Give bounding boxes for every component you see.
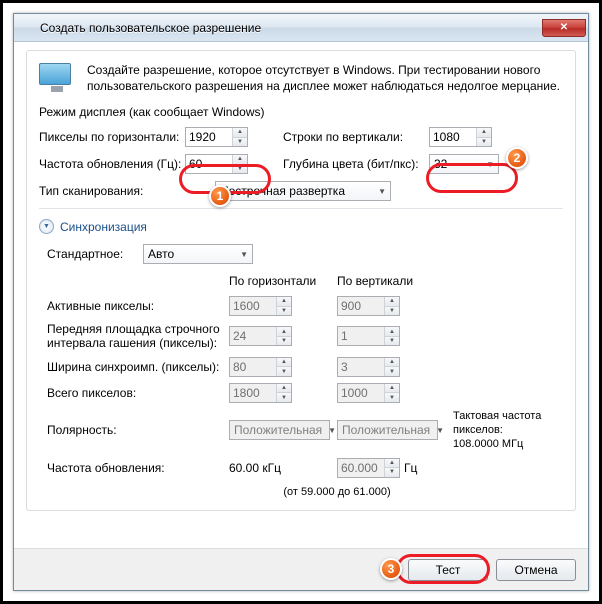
fporch-v-spinner: ▲▼ [337,326,400,346]
cancel-button[interactable]: Отмена [496,559,576,581]
spin-down-icon[interactable]: ▼ [233,165,247,174]
spin-up-icon[interactable]: ▲ [477,128,491,138]
refresh2-v-spinner: ▲▼ [337,458,400,478]
sync-header: Синхронизация [60,220,147,234]
hpixels-label: Пикселы по горизонтали: [39,130,179,144]
hpixels-spinner[interactable]: ▲▼ [185,127,248,147]
col-horizontal: По горизонтали [229,274,337,290]
clock-label: Тактовая частота пикселов: [453,409,563,438]
vlines-spinner[interactable]: ▲▼ [429,127,492,147]
chevron-down-icon: ▼ [39,219,54,234]
vlines-input[interactable] [430,128,476,146]
polarity-v-select: Положительная▼ [337,420,438,440]
refresh2-label: Частота обновления: [47,461,229,475]
fporch-h-spinner: ▲▼ [229,326,292,346]
syncw-label: Ширина синхроимп. (пикселы): [47,360,229,374]
std-label: Стандартное: [47,247,133,261]
col-vertical: По вертикали [337,274,445,290]
refresh-input[interactable] [186,155,232,173]
hz-label: Гц [404,461,417,475]
spin-down-icon[interactable]: ▼ [233,138,247,147]
spin-up-icon[interactable]: ▲ [233,155,247,165]
close-icon: ✕ [560,23,568,33]
hpixels-input[interactable] [186,128,232,146]
refresh2-h: 60.00 кГц [229,461,337,475]
std-select[interactable]: Авто ▼ [143,244,253,264]
active-h-spinner: ▲▼ [229,296,292,316]
active-label: Активные пикселы: [47,299,229,313]
refresh-label: Частота обновления (Гц): [39,157,179,171]
display-mode-title: Режим дисплея (как сообщает Windows) [39,105,563,119]
active-v-spinner: ▲▼ [337,296,400,316]
dialog-footer: Тест Отмена 3 [14,548,588,590]
depth-select[interactable]: 32 ▼ [429,154,499,174]
vlines-label: Строки по вертикали: [283,130,423,144]
fporch-label: Передняя площадка строчного интервала га… [47,322,229,351]
monitor-icon [39,63,75,95]
depth-label: Глубина цвета (бит/пкс): [283,157,423,171]
close-button[interactable]: ✕ [542,19,586,37]
test-button[interactable]: Тест [408,559,488,581]
chevron-down-icon: ▼ [372,187,386,196]
titlebar: Создать пользовательское разрешение ✕ [14,14,588,42]
total-v-spinner: ▲▼ [337,383,400,403]
dialog-window: Создать пользовательское разрешение ✕ Со… [13,13,589,591]
chevron-down-icon: ▼ [234,250,248,259]
polarity-h-select: Положительная▼ [229,420,330,440]
syncw-v-spinner: ▲▼ [337,357,400,377]
spin-down-icon[interactable]: ▼ [477,138,491,147]
sync-expander[interactable]: ▼ Синхронизация [39,219,563,234]
polarity-label: Полярность: [47,423,229,437]
refresh-spinner[interactable]: ▲▼ [185,154,248,174]
clock-value: 108.0000 МГц [453,437,563,451]
range-note: (от 59.000 до 61.000) [229,484,445,498]
scan-label: Тип сканирования: [39,184,179,198]
scan-select[interactable]: Построчная развертка ▼ [215,181,391,201]
total-h-spinner: ▲▼ [229,383,292,403]
syncw-h-spinner: ▲▼ [229,357,292,377]
intro-text: Создайте разрешение, которое отсутствует… [87,63,563,95]
window-title: Создать пользовательское разрешение [40,21,542,35]
total-label: Всего пикселов: [47,386,229,400]
chevron-down-icon: ▼ [480,160,494,169]
badge-3: 3 [380,558,402,580]
spin-up-icon[interactable]: ▲ [233,128,247,138]
